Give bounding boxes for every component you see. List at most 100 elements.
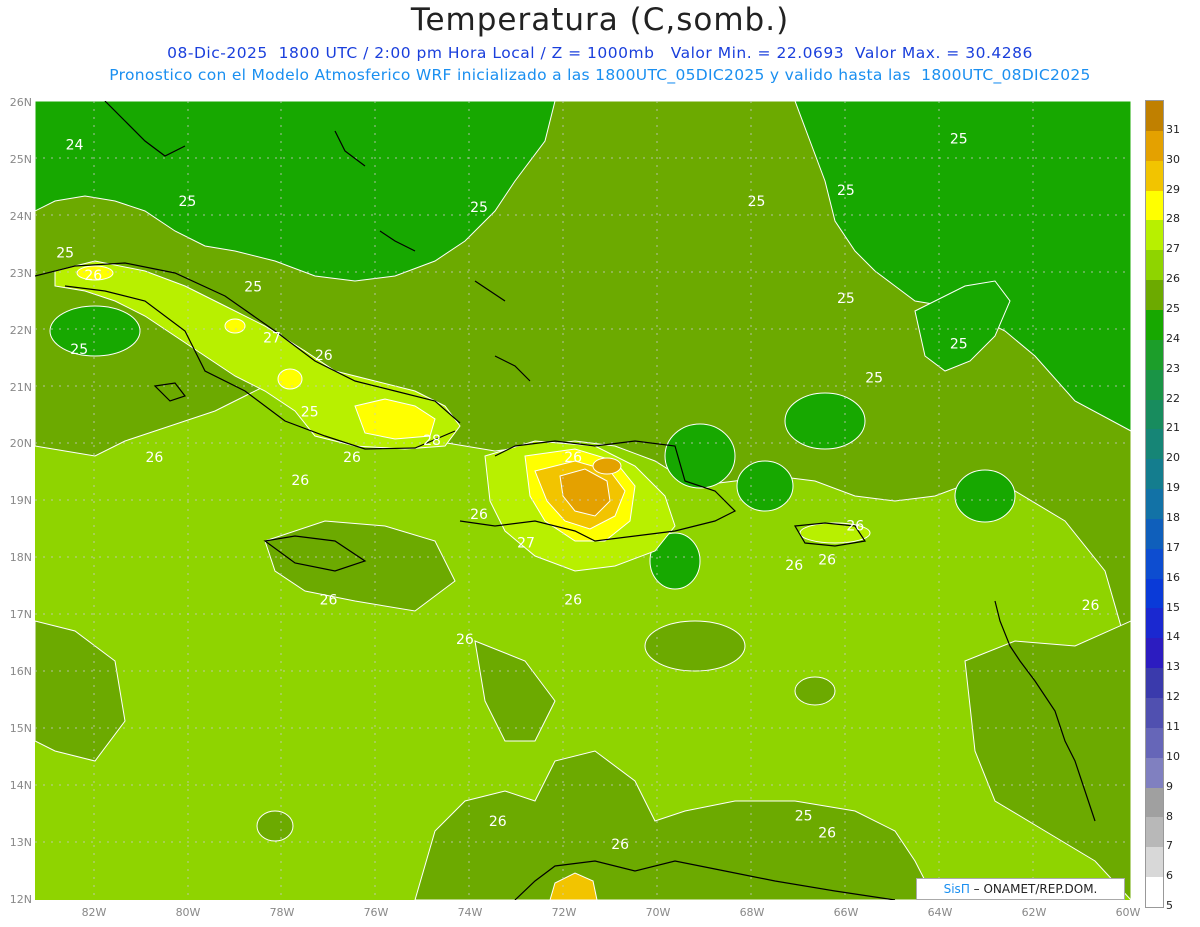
contour-label: 25 xyxy=(837,291,855,307)
contour-label: 26 xyxy=(291,473,309,489)
contour-label: 26 xyxy=(611,837,629,853)
colorbar-segment xyxy=(1146,817,1163,848)
contour-label: 28 xyxy=(423,433,441,449)
field-30-hispaniola-b xyxy=(592,457,622,475)
colorbar-label: 31 xyxy=(1166,122,1180,136)
colorbar-segment xyxy=(1146,608,1163,639)
colorbar-segment xyxy=(1146,429,1163,460)
colorbar-segment xyxy=(1146,877,1163,908)
colorbar-segment xyxy=(1146,250,1163,281)
contour-label: 25 xyxy=(179,194,197,210)
contour-label: 26 xyxy=(489,814,507,830)
colorbar-label: 28 xyxy=(1166,212,1180,226)
contour-label: 26 xyxy=(320,592,338,608)
lon-tick-label: 78W xyxy=(269,906,295,919)
contour-label: 26 xyxy=(564,592,582,608)
colorbar-label: 17 xyxy=(1166,540,1180,554)
lat-tick-label: 19N xyxy=(9,494,32,508)
lon-tick-label: 66W xyxy=(833,906,859,919)
colorbar-segment xyxy=(1146,399,1163,430)
contour-label: 25 xyxy=(950,132,968,148)
contour-label: 26 xyxy=(564,450,582,466)
contour-label: 26 xyxy=(456,632,474,648)
colorbar-label: 7 xyxy=(1166,839,1173,853)
colorbar-label: 13 xyxy=(1166,660,1180,674)
field-25-cell-m xyxy=(794,676,836,706)
lon-tick-label: 60W xyxy=(1115,906,1141,919)
lat-tick-label: 16N xyxy=(9,665,32,678)
contour-label: 24 xyxy=(66,137,84,153)
colorbar-segment xyxy=(1146,280,1163,311)
lon-tick-label: 62W xyxy=(1021,906,1047,919)
map-field-svg: 24 25 25 26 25 27 25 26 25 26 26 26 28 25 25 25 25 25 25 25… xyxy=(35,101,1131,900)
lat-tick-label: 21N xyxy=(9,380,32,394)
colorbar-label: 29 xyxy=(1166,182,1180,196)
contour-label: 25 xyxy=(70,342,88,358)
colorbar-label: 30 xyxy=(1166,152,1180,166)
colorbar xyxy=(1145,100,1164,908)
colorbar-segment xyxy=(1146,309,1163,341)
field-24-cell-d xyxy=(784,392,866,450)
contour-label: 25 xyxy=(301,405,319,421)
colorbar-segment xyxy=(1146,160,1163,192)
field-24-cell-c xyxy=(954,469,1016,523)
lon-tick-label: 74W xyxy=(457,906,483,919)
field-24-cell-j xyxy=(49,305,141,357)
lat-tick-label: 15N xyxy=(9,721,32,735)
lon-tick-label: 70W xyxy=(645,906,671,919)
colorbar-segment xyxy=(1146,638,1163,669)
lon-tick-label: 80W xyxy=(175,906,201,919)
colorbar-segment xyxy=(1146,489,1163,520)
colorbar-label: 27 xyxy=(1166,242,1180,256)
colorbar-label: 26 xyxy=(1166,272,1180,286)
colorbar-segment xyxy=(1146,518,1163,550)
colorbar-segment xyxy=(1146,369,1163,400)
contour-label: 25 xyxy=(56,245,74,261)
field-25-cell-k xyxy=(644,620,746,672)
contour-label: 25 xyxy=(865,371,883,387)
colorbar-segment xyxy=(1146,548,1163,580)
colorbar-label: 10 xyxy=(1166,749,1180,763)
lon-tick-label: 82W xyxy=(81,906,107,919)
colorbar-segment xyxy=(1146,220,1163,251)
contour-label: 27 xyxy=(263,331,281,347)
lat-tick-label: 13N xyxy=(9,835,32,849)
colorbar-label: 14 xyxy=(1166,630,1180,644)
colorbar-label: 25 xyxy=(1166,302,1180,316)
colorbar-label: 21 xyxy=(1166,421,1180,435)
colorbar-segment xyxy=(1146,459,1163,490)
colorbar-segment xyxy=(1146,101,1163,132)
subtitle-valid-time: 08-Dic-2025 1800 UTC / 2:00 pm Hora Loca… xyxy=(167,44,1033,62)
lat-tick-label: 18N xyxy=(9,551,32,565)
contour-label: 26 xyxy=(84,268,102,284)
credit-text: – ONAMET/REP.DOM. xyxy=(969,882,1098,896)
lat-tick-label: 20N xyxy=(9,437,32,451)
credit-brand: SisΠ xyxy=(943,882,970,896)
colorbar-label: 9 xyxy=(1166,779,1173,793)
field-24-cell-a xyxy=(664,423,736,489)
contour-label: 26 xyxy=(818,553,836,569)
lat-tick-label: 14N xyxy=(9,778,32,792)
contour-label: 26 xyxy=(470,507,488,523)
lon-tick-label: 68W xyxy=(739,906,765,919)
temperature-map: 24 25 25 26 25 27 25 26 25 26 26 26 28 25 25 25 25 25 25 25… xyxy=(35,101,1131,900)
colorbar-label: 18 xyxy=(1166,511,1180,524)
colorbar-segment xyxy=(1146,578,1163,609)
contour-label: 26 xyxy=(343,450,361,466)
colorbar-segment xyxy=(1146,847,1163,878)
lon-tick-label: 72W xyxy=(551,906,577,919)
lat-tick-label: 25N xyxy=(9,152,32,166)
colorbar-segment xyxy=(1146,757,1163,789)
lat-tick-label: 26N xyxy=(9,96,32,109)
contour-label: 25 xyxy=(950,336,968,352)
contour-label: 26 xyxy=(146,450,164,466)
contour-label: 26 xyxy=(846,518,864,534)
colorbar-segment xyxy=(1146,668,1163,699)
lat-tick-label: 12N xyxy=(9,892,32,906)
colorbar-segment xyxy=(1146,727,1163,759)
lon-tick-label: 64W xyxy=(927,906,953,919)
colorbar-segment xyxy=(1146,698,1163,729)
contour-label: 26 xyxy=(315,348,333,364)
colorbar-label: 16 xyxy=(1166,570,1180,584)
colorbar-segment xyxy=(1146,190,1163,221)
